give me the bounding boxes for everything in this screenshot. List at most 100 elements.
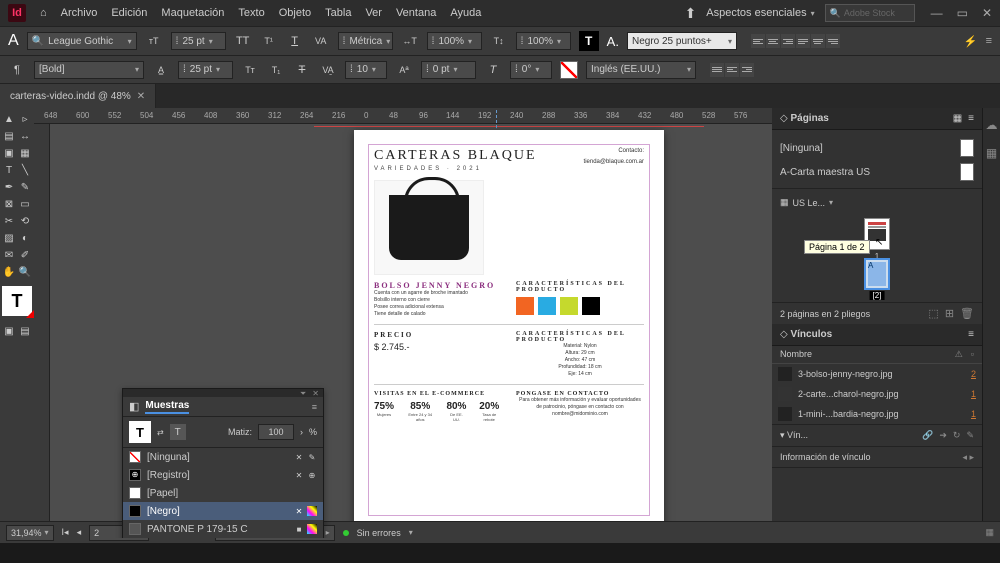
minimize-icon[interactable]: — — [931, 6, 943, 20]
menu-texto[interactable]: Texto — [238, 7, 264, 19]
swatch-row-ninguna[interactable]: [Ninguna]✕✎ — [123, 448, 323, 466]
content-placer-tool[interactable]: ▦ — [18, 146, 33, 161]
swatch-row-negro[interactable]: [Negro]✕ — [123, 502, 323, 520]
link-info-bar[interactable]: Información de vínculo ◂ ▸ — [772, 446, 982, 468]
relink-icon[interactable]: 🔗 — [922, 430, 933, 441]
gap-tool[interactable]: ↔ — [18, 129, 33, 144]
document-tab[interactable]: carteras-video.indd @ 48% ✕ — [0, 84, 156, 108]
tracking-dropdown[interactable]: ⁞10▾ — [345, 61, 387, 79]
pencil-tool[interactable]: ✎ — [18, 180, 33, 195]
zoom-dropdown[interactable]: 31,94%▾ — [6, 525, 54, 541]
font-family-dropdown[interactable]: 🔍League Gothic▾ — [27, 32, 137, 50]
justify-left-icon[interactable] — [796, 34, 810, 48]
panel-menu-icon[interactable]: ≡ — [968, 329, 974, 340]
page-thumb-2[interactable]: A [2] — [864, 258, 890, 290]
menu-tabla[interactable]: Tabla — [325, 7, 351, 19]
scissors-tool[interactable]: ✂ — [2, 214, 17, 229]
font-style-dropdown[interactable]: [Bold]▾ — [34, 61, 144, 79]
eyedropper-tool[interactable]: ✐ — [18, 248, 33, 263]
link-row[interactable]: 2-carte...charol-negro.jpg1 — [772, 384, 982, 404]
note-tool[interactable]: ✉ — [2, 248, 17, 263]
swatch-row-p179-15[interactable]: PANTONE P 179-15 C■ — [123, 520, 323, 538]
menu-ayuda[interactable]: Ayuda — [450, 7, 481, 19]
menu-ver[interactable]: Ver — [365, 7, 382, 19]
align-center-icon[interactable] — [766, 34, 780, 48]
grid-view-icon[interactable]: ▦ — [953, 113, 962, 124]
master-none[interactable]: [Ninguna] — [780, 136, 974, 160]
panel-menu-icon[interactable]: ≡ — [968, 113, 974, 124]
leading-dropdown[interactable]: ⁞25 pt▾ — [178, 61, 233, 79]
master-a[interactable]: A-Carta maestra US — [780, 160, 974, 184]
cc-libraries-icon[interactable]: ☁ — [986, 118, 998, 132]
justify-all-icon[interactable] — [710, 63, 724, 77]
page-size-icon[interactable]: ⬚ — [928, 307, 938, 320]
stock-search[interactable]: 🔍 Adobe Stock — [825, 4, 915, 22]
maximize-icon[interactable]: ▭ — [957, 6, 968, 20]
allcaps-icon[interactable]: TT — [234, 32, 252, 50]
new-page-icon[interactable]: ⊞ — [945, 307, 954, 320]
zoom-tool[interactable]: 🔍 — [18, 265, 33, 280]
menu-edicion[interactable]: Edición — [111, 7, 147, 19]
delete-page-icon[interactable]: 🗑 — [960, 307, 974, 320]
swatch-row-papel[interactable]: [Papel] — [123, 484, 323, 502]
swatches-tab[interactable]: Muestras — [145, 400, 189, 414]
font-size-dropdown[interactable]: ⁞25 pt▾ — [171, 32, 226, 50]
hscale-dropdown[interactable]: ⁞100%▾ — [427, 32, 482, 50]
baseline-dropdown[interactable]: ⁞0 pt▾ — [421, 61, 476, 79]
home-icon[interactable]: ⌂ — [40, 7, 47, 19]
character-mode-icon[interactable]: A — [8, 32, 19, 50]
preflight-status[interactable]: Sin errores — [357, 528, 401, 538]
edit-original-icon[interactable]: ✎ — [966, 430, 974, 441]
swatch-stroke-proxy[interactable]: T — [170, 424, 186, 440]
align-right-icon[interactable] — [781, 34, 795, 48]
subscript-icon[interactable]: T₁ — [267, 61, 285, 79]
spread-dropdown[interactable]: ▦ US Le... ▾ — [780, 193, 974, 212]
justify-center-icon[interactable] — [811, 34, 825, 48]
panel-menu-icon[interactable]: ≡ — [312, 402, 317, 412]
underline-icon[interactable]: T — [286, 32, 304, 50]
goto-link-icon[interactable]: ➜ — [939, 430, 947, 441]
strikethrough-icon[interactable]: T — [293, 61, 311, 79]
page-tool[interactable]: ▤ — [2, 129, 17, 144]
language-dropdown[interactable]: Inglés (EE.UU.)▾ — [586, 61, 696, 79]
link-row[interactable]: 3-bolso-jenny-negro.jpg2 — [772, 364, 982, 384]
menu-maquetacion[interactable]: Maquetación — [161, 7, 224, 19]
tab-close-icon[interactable]: ✕ — [137, 91, 145, 102]
pages-panel-header[interactable]: ◇ Páginas ▦≡ — [772, 108, 982, 130]
swatch-row-registro[interactable]: ⊕[Registro]✕⊕ — [123, 466, 323, 484]
links-panel-header[interactable]: ◇ Vínculos ≡ — [772, 324, 982, 346]
align-towards-spine-icon[interactable] — [725, 63, 739, 77]
pen-tool[interactable]: ✒ — [2, 180, 17, 195]
link-row[interactable]: 1-mini-...bardia-negro.jpg1 — [772, 404, 982, 424]
bolt-icon[interactable]: ⚡ — [964, 35, 978, 48]
swatch-fill-proxy[interactable]: T — [129, 421, 151, 443]
panel-collapse-icon[interactable]: ⏷ — [300, 389, 306, 397]
menu-ventana[interactable]: Ventana — [396, 7, 436, 19]
skew-dropdown[interactable]: ⁞0°▾ — [510, 61, 552, 79]
document-page[interactable]: CARTERAS BLAQUE VARIEDADES · 2021 Contac… — [354, 130, 664, 530]
selection-tool[interactable]: ▲ — [2, 112, 17, 127]
links-collapse-bar[interactable]: ▾ Vín... 🔗➜↻✎ — [772, 424, 982, 446]
swap-icon[interactable]: ⇄ — [157, 428, 164, 437]
workspace-dropdown[interactable]: Aspectos esenciales▾ — [706, 7, 814, 19]
align-away-spine-icon[interactable] — [740, 63, 754, 77]
kerning-dropdown[interactable]: ⁞Métrica▾ — [338, 32, 393, 50]
share-icon[interactable]: ⬆ — [685, 5, 697, 22]
align-left-icon[interactable] — [751, 34, 765, 48]
view-mode-preview[interactable]: ▤ — [18, 324, 33, 339]
gradient-swatch-tool[interactable]: ▨ — [2, 231, 17, 246]
fill-stroke-proxy[interactable]: T — [579, 31, 599, 51]
matiz-input[interactable] — [258, 424, 294, 440]
first-page-icon[interactable]: I◂ — [62, 527, 69, 538]
bottom-grid-icon[interactable]: ▦ — [985, 527, 994, 538]
update-link-icon[interactable]: ↻ — [953, 430, 961, 441]
content-collector-tool[interactable]: ▣ — [2, 146, 17, 161]
rectangle-tool[interactable]: ▭ — [18, 197, 33, 212]
gradient-feather-tool[interactable]: ◐ — [18, 231, 33, 246]
type-tool[interactable]: T — [2, 163, 17, 178]
superscript-icon[interactable]: T¹ — [260, 32, 278, 50]
view-mode-normal[interactable]: ▣ — [2, 324, 17, 339]
close-icon[interactable]: ✕ — [982, 6, 992, 20]
paragraph-mode-icon[interactable]: ¶ — [8, 61, 26, 79]
menu-objeto[interactable]: Objeto — [279, 7, 311, 19]
